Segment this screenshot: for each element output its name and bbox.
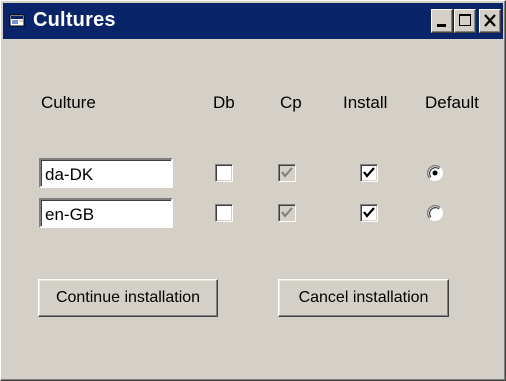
cp-checkbox-da-dk[interactable] (278, 164, 296, 182)
minimize-button[interactable] (431, 9, 453, 33)
culture-column-header: Culture (41, 93, 96, 112)
default-column-header: Default (425, 93, 479, 112)
culture-field-en-gb[interactable]: en-GB (39, 198, 173, 228)
maximize-icon (459, 14, 471, 26)
check-icon (281, 207, 293, 218)
culture-field-da-dk[interactable]: da-DK (39, 158, 173, 188)
app-icon (9, 12, 27, 30)
db-column-header: Db (213, 93, 235, 112)
maximize-button[interactable] (454, 9, 476, 33)
default-radio-da-dk[interactable] (426, 164, 444, 182)
cancel-installation-button[interactable]: Cancel installation (278, 279, 449, 317)
db-checkbox-en-gb[interactable] (215, 204, 233, 222)
cp-column-header: Cp (280, 93, 302, 112)
check-icon (363, 167, 375, 178)
check-icon (363, 207, 375, 218)
close-button[interactable] (479, 9, 501, 33)
default-radio-en-gb[interactable] (426, 204, 444, 222)
install-checkbox-da-dk[interactable] (360, 164, 378, 182)
close-icon (484, 14, 496, 27)
window-title: Cultures (33, 9, 116, 31)
title-bar[interactable]: Cultures (3, 3, 503, 39)
db-checkbox-da-dk[interactable] (215, 164, 233, 182)
continue-installation-button[interactable]: Continue installation (38, 279, 218, 317)
install-column-header: Install (343, 93, 388, 112)
minimize-icon (437, 24, 446, 27)
cp-checkbox-en-gb[interactable] (278, 204, 296, 222)
check-icon (281, 167, 293, 178)
install-checkbox-en-gb[interactable] (360, 204, 378, 222)
cultures-window: Cultures Culture Db Cp Install Default d… (0, 0, 506, 381)
